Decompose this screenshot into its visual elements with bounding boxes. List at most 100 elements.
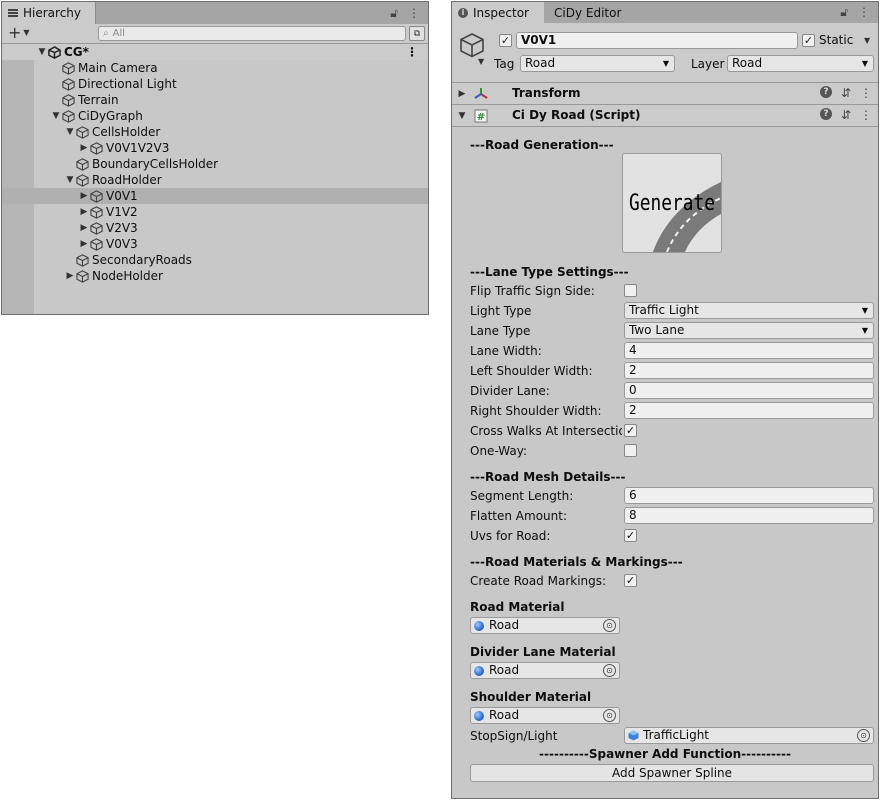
- lock-icon[interactable]: 🔓︎: [840, 5, 848, 20]
- transform-axis-icon: [474, 88, 488, 99]
- shoulder-material-field[interactable]: Road ⊙: [470, 707, 620, 724]
- chevron-right-icon[interactable]: ▶: [78, 223, 90, 233]
- chevron-right-icon[interactable]: ▶: [64, 271, 76, 281]
- lane-type-label: Lane Type: [470, 324, 531, 338]
- tab-cidy-editor[interactable]: CiDy Editor: [554, 6, 621, 20]
- generate-label: Generate: [629, 191, 715, 216]
- material-sphere-icon: [474, 711, 484, 721]
- chevron-down-icon: ▼: [23, 28, 30, 37]
- sliders-icon[interactable]: ⇵: [841, 108, 851, 122]
- hierarchy-item[interactable]: ▶ V0V1V2V3: [2, 140, 428, 156]
- chevron-right-icon[interactable]: ▶: [78, 239, 90, 249]
- tag-value: Road: [525, 56, 556, 70]
- transform-component-header[interactable]: ▶ Transform ? ⇵ ⋮: [452, 83, 878, 105]
- hierarchy-item-label: Directional Light: [78, 77, 177, 91]
- chevron-right-icon[interactable]: ▶: [456, 89, 468, 99]
- script-body: ---Road Generation--- Generate ---Lane T…: [452, 127, 878, 798]
- hierarchy-tab[interactable]: Hierarchy: [2, 2, 96, 24]
- light-type-dropdown[interactable]: Traffic Light ▼: [624, 302, 874, 319]
- right-shoulder-width-field[interactable]: 2: [624, 402, 874, 419]
- tag-label: Tag: [494, 57, 515, 71]
- create-road-markings-checkbox[interactable]: ✓: [624, 574, 637, 587]
- create-button[interactable]: + ▼: [8, 24, 30, 42]
- chevron-right-icon[interactable]: ▶: [78, 143, 90, 153]
- lock-icon[interactable]: 🔓︎: [390, 6, 398, 21]
- hierarchy-item[interactable]: ▶ V0V1: [2, 188, 428, 204]
- add-spawner-spline-button[interactable]: Add Spawner Spline: [470, 764, 874, 782]
- hierarchy-item[interactable]: ▶ V1V2: [2, 204, 428, 220]
- chevron-right-icon[interactable]: ▶: [78, 207, 90, 217]
- divider-lane-field[interactable]: 0: [624, 382, 874, 399]
- uvs-for-road-checkbox[interactable]: ✓: [624, 529, 637, 542]
- hierarchy-item-label: RoadHolder: [92, 173, 162, 187]
- chevron-down-icon: ▼: [662, 59, 669, 68]
- chevron-down-icon[interactable]: ▼: [64, 175, 76, 185]
- hierarchy-item[interactable]: ▶ V0V3: [2, 236, 428, 252]
- hierarchy-item[interactable]: ▼ RoadHolder: [2, 172, 428, 188]
- inspector-tabbar: i Inspector CiDy Editor 🔓︎ ⋮: [452, 2, 878, 23]
- hierarchy-item[interactable]: ▼ CiDyGraph: [2, 108, 428, 124]
- more-options-icon[interactable]: ⋮: [860, 86, 872, 100]
- uvs-for-road-label: Uvs for Road:: [470, 529, 551, 543]
- hierarchy-item[interactable]: Terrain: [2, 92, 428, 108]
- scene-row[interactable]: ▼ CG* ⋮: [2, 44, 428, 60]
- object-picker-icon[interactable]: ⊙: [857, 729, 870, 742]
- chevron-down-icon[interactable]: ▼: [64, 127, 76, 137]
- lane-type-dropdown[interactable]: Two Lane ▼: [624, 322, 874, 339]
- left-shoulder-width-field[interactable]: 2: [624, 362, 874, 379]
- road-material-field[interactable]: Road ⊙: [470, 617, 620, 634]
- object-picker-icon[interactable]: ⊙: [603, 619, 616, 632]
- hierarchy-item[interactable]: Directional Light: [2, 76, 428, 92]
- more-options-icon[interactable]: ⋮: [858, 5, 870, 20]
- gameobject-cube-icon: [90, 205, 103, 219]
- divider-lane-material-field[interactable]: Road ⊙: [470, 662, 620, 679]
- generate-button[interactable]: Generate: [622, 153, 722, 253]
- sliders-icon[interactable]: ⇵: [841, 86, 851, 100]
- flatten-amount-field[interactable]: 8: [624, 507, 874, 524]
- layer-dropdown[interactable]: Road ▼: [727, 55, 874, 72]
- hierarchy-item[interactable]: ▼ CellsHolder: [2, 124, 428, 140]
- object-name-field[interactable]: V0V1: [516, 32, 798, 49]
- search-input[interactable]: ⌕ All: [98, 26, 406, 41]
- road-material-label: Road Material: [470, 600, 565, 614]
- hierarchy-item[interactable]: ▶ V2V3: [2, 220, 428, 236]
- cross-walks-checkbox[interactable]: ✓: [624, 424, 637, 437]
- more-options-icon[interactable]: ⋮: [406, 45, 418, 59]
- object-picker-icon[interactable]: ⊙: [603, 664, 616, 677]
- lane-width-field[interactable]: 4: [624, 342, 874, 359]
- chevron-down-icon[interactable]: ▼: [50, 111, 62, 121]
- more-options-icon[interactable]: ⋮: [860, 108, 872, 122]
- section-lane-type-settings: ---Lane Type Settings---: [470, 265, 629, 279]
- tag-dropdown[interactable]: Road ▼: [520, 55, 675, 72]
- static-label: Static: [819, 33, 854, 47]
- search-filter-button[interactable]: ⧉: [409, 26, 425, 41]
- tab-inspector-label: Inspector: [473, 5, 529, 20]
- chevron-right-icon[interactable]: ▶: [78, 191, 90, 201]
- hierarchy-item[interactable]: BoundaryCellsHolder: [2, 156, 428, 172]
- chevron-down-icon[interactable]: ▼: [478, 57, 484, 66]
- one-way-checkbox[interactable]: [624, 444, 637, 457]
- gameobject-cube-icon[interactable]: [458, 31, 486, 59]
- static-dropdown-icon[interactable]: ▼: [864, 36, 870, 45]
- script-title: Ci Dy Road (Script): [512, 108, 641, 122]
- script-component-header[interactable]: ▼ # Ci Dy Road (Script) ? ⇵ ⋮: [452, 105, 878, 127]
- hierarchy-item[interactable]: SecondaryRoads: [2, 252, 428, 268]
- hierarchy-item[interactable]: Main Camera: [2, 60, 428, 76]
- active-checkbox[interactable]: ✓: [499, 34, 512, 47]
- static-checkbox[interactable]: ✓: [802, 34, 815, 47]
- stopsign-light-field[interactable]: TrafficLight ⊙: [624, 727, 874, 744]
- flip-traffic-sign-checkbox[interactable]: [624, 284, 637, 297]
- segment-length-field[interactable]: 6: [624, 487, 874, 504]
- chevron-down-icon[interactable]: ▼: [36, 47, 48, 57]
- search-icon: ⌕: [103, 28, 109, 39]
- filter-icon: ⧉: [413, 28, 421, 39]
- more-options-icon[interactable]: ⋮: [408, 6, 420, 21]
- help-icon[interactable]: ?: [819, 108, 832, 120]
- chevron-down-icon[interactable]: ▼: [456, 111, 468, 121]
- tab-inspector[interactable]: i Inspector: [452, 2, 544, 23]
- gameobject-cube-icon: [90, 189, 103, 203]
- hierarchy-item[interactable]: ▶ NodeHolder: [2, 268, 428, 284]
- object-picker-icon[interactable]: ⊙: [603, 709, 616, 722]
- help-icon[interactable]: ?: [819, 86, 832, 98]
- lane-type-value: Two Lane: [629, 323, 685, 337]
